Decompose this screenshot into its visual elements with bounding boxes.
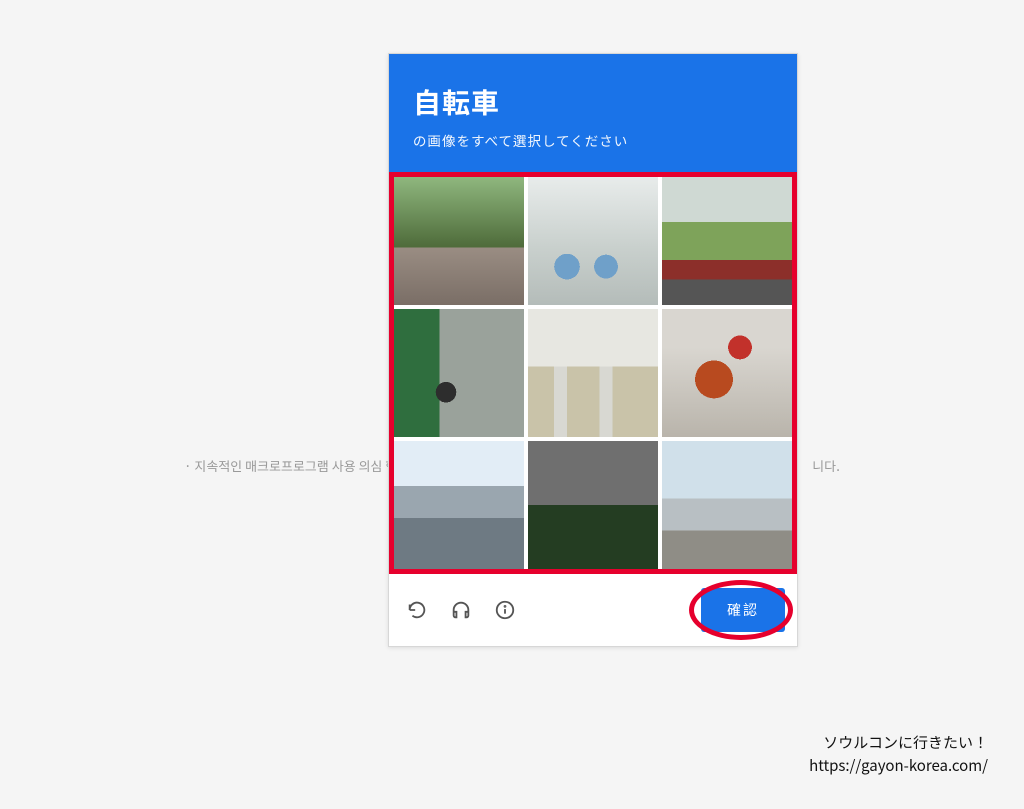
captcha-instruction: の画像をすべて選択してください [413,130,773,150]
captcha-footer: 確認 [389,574,797,646]
captcha-tile-5[interactable] [528,309,658,437]
watermark-line1: ソウルコンに行きたい！ [809,732,988,755]
reload-icon[interactable] [397,590,437,630]
watermark: ソウルコンに行きたい！ https://gayon-korea.com/ [809,732,988,777]
captcha-tile-7[interactable] [394,441,524,569]
captcha-tile-2[interactable] [528,177,658,305]
captcha-panel: 自転車 の画像をすべて選択してください 確認 [388,53,798,647]
captcha-tile-6[interactable] [662,309,792,437]
captcha-tile-1[interactable] [394,177,524,305]
captcha-image-grid [389,172,797,574]
captcha-tile-9[interactable] [662,441,792,569]
captcha-header: 自転車 の画像をすべて選択してください [389,54,797,172]
captcha-tile-8[interactable] [528,441,658,569]
watermark-line2: https://gayon-korea.com/ [809,755,988,778]
verify-button[interactable]: 確認 [701,588,785,632]
headphones-icon[interactable] [441,590,481,630]
info-icon[interactable] [485,590,525,630]
captcha-tile-3[interactable] [662,177,792,305]
captcha-tile-4[interactable] [394,309,524,437]
captcha-target-label: 自転車 [413,82,773,122]
